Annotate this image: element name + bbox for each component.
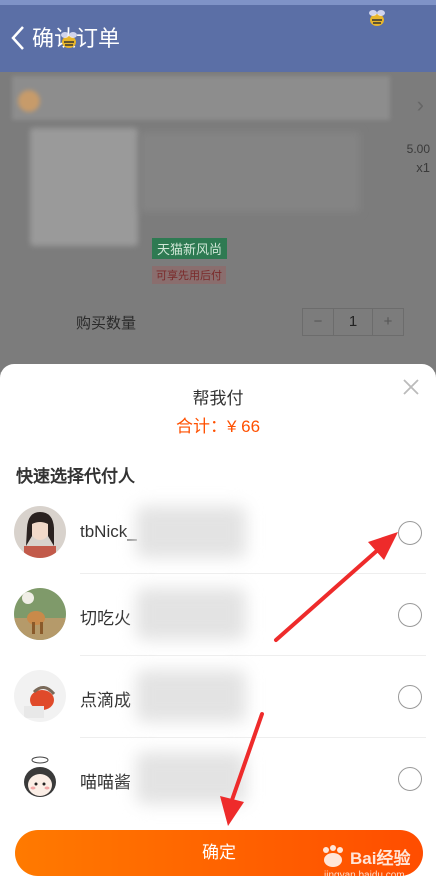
name-redaction-blur	[136, 752, 246, 804]
select-radio[interactable]	[398, 767, 422, 791]
tmall-tag: 天猫新风尚	[152, 238, 228, 259]
name-redaction-blur	[136, 506, 246, 558]
avatar	[14, 752, 66, 804]
watermark-text: Bai经验	[350, 849, 411, 868]
payer-name: tbNick_	[80, 522, 137, 541]
section-title: 快速选择代付人	[16, 467, 135, 486]
close-icon[interactable]	[402, 378, 420, 396]
status-strip	[0, 0, 436, 5]
payer-row[interactable]: 喵喵酱	[0, 738, 436, 820]
product-qty: x1	[416, 160, 430, 175]
watermark-url: jingyan.baidu.com	[324, 870, 405, 881]
pay-for-me-sheet: 帮我付 合计：¥ 66 快速选择代付人 tbNick_ 切吃火 点滴成 喵喵酱 …	[0, 364, 436, 893]
product-title-blurred	[140, 132, 360, 212]
name-redaction-blur	[136, 670, 246, 722]
avatar	[14, 506, 66, 558]
pay-later-tag: 可享先用后付	[152, 266, 226, 284]
payer-name: 切吃火	[80, 609, 131, 628]
sheet-title: 帮我付	[192, 389, 244, 408]
payer-row[interactable]: tbNick_	[0, 492, 436, 574]
payer-row[interactable]: 点滴成	[0, 656, 436, 738]
chevron-right-icon[interactable]: ›	[417, 92, 424, 118]
minus-button[interactable]: −	[303, 309, 333, 335]
payer-name: 点滴成	[80, 691, 131, 710]
bee-sticker-icon	[58, 30, 80, 50]
top-nav-bar: 确认订单	[0, 0, 436, 72]
quantity-label: 购买数量	[76, 315, 137, 332]
product-price: 5.00	[406, 142, 430, 156]
select-radio[interactable]	[398, 685, 422, 709]
select-radio[interactable]	[398, 521, 422, 545]
payer-row[interactable]: 切吃火	[0, 574, 436, 656]
shop-header-blurred	[12, 76, 390, 120]
product-image-blurred	[30, 128, 138, 246]
select-radio[interactable]	[398, 603, 422, 627]
payer-name: 喵喵酱	[80, 773, 131, 792]
avatar	[14, 670, 66, 722]
total-amount: 合计：¥ 66	[175, 417, 261, 436]
name-redaction-blur	[136, 588, 246, 640]
back-arrow-icon[interactable]	[8, 24, 28, 52]
quantity-stepper[interactable]: − 1 +	[302, 308, 404, 336]
baidu-jingyan-watermark: Bai经验 jingyan.baidu.com	[318, 844, 428, 884]
avatar	[14, 588, 66, 640]
plus-button[interactable]: +	[373, 309, 403, 335]
bee-sticker-icon	[366, 8, 388, 28]
order-page-background: › 5.00 x1 天猫新风尚 可享先用后付 购买数量 − 1 +	[0, 72, 436, 372]
quantity-value: 1	[333, 309, 373, 335]
